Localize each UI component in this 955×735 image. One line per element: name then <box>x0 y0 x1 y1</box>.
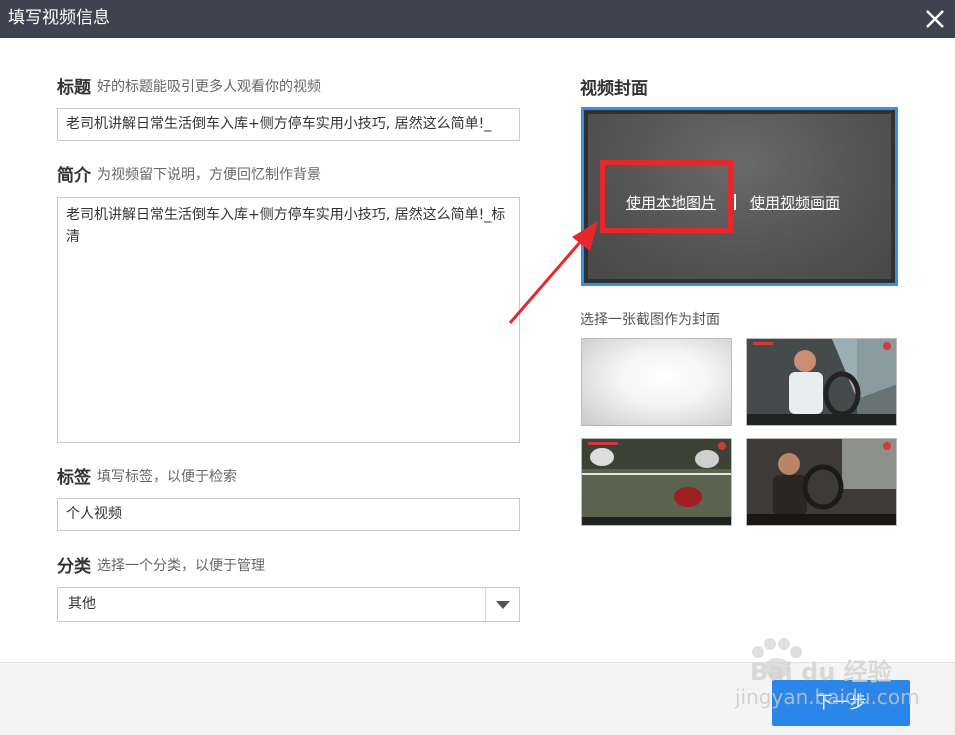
description-label-row: 简介 为视频留下说明，方便回忆制作背景 <box>57 161 321 186</box>
driver-scene <box>747 439 896 525</box>
tags-input[interactable]: 个人视频 <box>57 498 520 531</box>
title-label: 标题 <box>57 78 91 98</box>
tags-hint: 填写标签，以便于检索 <box>97 468 237 485</box>
dialog-titlebar: 填写视频信息 <box>0 0 955 38</box>
thumbnail-3[interactable] <box>581 438 732 526</box>
title-label-row: 标题 好的标题能吸引更多人观看你的视频 <box>57 73 321 98</box>
description-label: 简介 <box>57 166 91 186</box>
thumbnail-hint: 选择一张截图作为封面 <box>580 312 720 328</box>
tags-label-row: 标签 填写标签，以便于检索 <box>57 463 237 488</box>
dialog-title: 填写视频信息 <box>8 8 110 28</box>
watermark-text: Bai du 经验 <box>750 658 892 686</box>
thumbnail-4[interactable] <box>746 438 897 526</box>
description-hint: 为视频留下说明，方便回忆制作背景 <box>97 166 321 183</box>
category-select[interactable]: 其他 <box>57 587 520 622</box>
title-hint: 好的标题能吸引更多人观看你的视频 <box>97 78 321 95</box>
description-textarea[interactable]: 老司机讲解日常生活倒车入库+侧方停车实用小技巧, 居然这么简单!_标清 <box>57 197 520 443</box>
category-label-row: 分类 选择一个分类，以便于管理 <box>57 552 265 577</box>
chevron-down-icon[interactable] <box>485 588 519 621</box>
annotation-highlight-box <box>600 160 733 233</box>
category-selected-value: 其他 <box>68 596 96 612</box>
thumbnail-1[interactable] <box>581 338 732 426</box>
title-input[interactable]: 老司机讲解日常生活倒车入库+侧方停车实用小技巧, 居然这么简单!_ <box>57 108 520 141</box>
cover-actions-divider <box>734 194 736 210</box>
parking-lot-scene <box>582 439 731 525</box>
category-label: 分类 <box>57 557 91 577</box>
watermark-url: jingyan.baidu.com <box>735 685 920 709</box>
close-icon[interactable] <box>922 6 948 32</box>
tags-label: 标签 <box>57 468 91 488</box>
category-hint: 选择一个分类，以便于管理 <box>97 557 265 574</box>
thumbnail-2[interactable] <box>746 338 897 426</box>
cover-title: 视频封面 <box>580 79 648 99</box>
car-interior-scene <box>747 339 896 425</box>
use-video-frame-link[interactable]: 使用视频画面 <box>750 192 840 213</box>
